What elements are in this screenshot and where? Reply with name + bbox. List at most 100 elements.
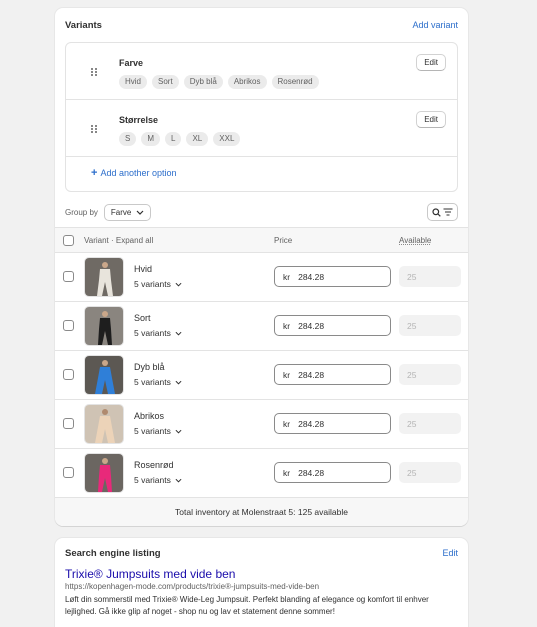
- currency-prefix: kr: [283, 271, 291, 282]
- chevron-down-icon: [175, 331, 182, 336]
- select-all-checkbox[interactable]: [63, 235, 74, 246]
- variant-row-dyb-bla: Dyb blå 5 variants kr 284.28 25: [55, 351, 468, 400]
- seo-edit-link[interactable]: Edit: [442, 548, 458, 559]
- seo-header: Search engine listing Edit: [65, 548, 458, 559]
- expand-all-link[interactable]: · Expand all: [111, 236, 153, 245]
- option-name: Farve: [119, 58, 144, 68]
- row-checkbox[interactable]: [63, 369, 74, 380]
- chevron-down-icon: [136, 210, 144, 215]
- variant-thumbnail[interactable]: [84, 404, 124, 444]
- currency-prefix: kr: [283, 369, 291, 380]
- available-input: 25: [399, 364, 461, 385]
- option-value-pill: S: [119, 132, 137, 146]
- option-value-pill: L: [165, 132, 182, 146]
- variant-count: 5 variants: [134, 475, 171, 485]
- group-by: Group by Farve: [65, 204, 152, 221]
- edit-option-button[interactable]: Edit: [416, 54, 446, 71]
- price-input[interactable]: kr 284.28: [274, 462, 391, 483]
- option-value-pill: Rosenrød: [271, 75, 319, 89]
- chevron-down-icon: [175, 282, 182, 287]
- jumpsuit-image: [85, 307, 123, 345]
- available-input: 25: [399, 266, 461, 287]
- group-by-label: Group by: [65, 208, 98, 217]
- jumpsuit-image: [85, 356, 123, 394]
- option-name: Størrelse: [119, 115, 159, 125]
- available-value: 25: [407, 271, 417, 282]
- add-variant-link[interactable]: Add variant: [412, 20, 458, 30]
- variant-name: Rosenrød: [134, 460, 174, 470]
- available-value: 25: [407, 369, 417, 380]
- row-checkbox[interactable]: [63, 271, 74, 282]
- search-filter-button[interactable]: [427, 203, 458, 221]
- group-by-value: Farve: [110, 208, 132, 217]
- price-input[interactable]: kr 284.28: [274, 364, 391, 385]
- available-input: 25: [399, 462, 461, 483]
- search-engine-listing-card: Search engine listing Edit Trixie® Jumps…: [55, 538, 468, 627]
- variant-thumbnail[interactable]: [84, 355, 124, 395]
- variant-column-header: Variant · Expand all: [84, 236, 153, 245]
- jumpsuit-image: [85, 258, 123, 296]
- available-value: 25: [407, 320, 417, 331]
- option-value-pill: Abrikos: [227, 75, 267, 89]
- variant-name: Hvid: [134, 264, 153, 274]
- row-checkbox[interactable]: [63, 320, 74, 331]
- variant-count-toggle[interactable]: 5 variants: [134, 426, 182, 436]
- available-value: 25: [407, 418, 417, 429]
- price-input[interactable]: kr 284.28: [274, 266, 391, 287]
- option-values: Hvid Sort Dyb blå Abrikos Rosenrød: [119, 75, 319, 89]
- chevron-down-icon: [175, 380, 182, 385]
- filter-icon: [443, 208, 453, 216]
- seo-url: https://kopenhagen-mode.com/products/tri…: [65, 582, 320, 591]
- variant-row-sort: Sort 5 variants kr 284.28 25: [55, 302, 468, 351]
- variants-header: Variants Add variant: [65, 18, 458, 32]
- drag-handle-icon[interactable]: [91, 68, 97, 76]
- group-by-select[interactable]: Farve: [103, 204, 152, 221]
- price-value: 284.28: [298, 369, 325, 380]
- variant-row-hvid: Hvid 5 variants kr 284.28 25: [55, 253, 468, 302]
- plus-icon: +: [91, 166, 98, 179]
- price-input[interactable]: kr 284.28: [274, 413, 391, 434]
- total-inventory: Total inventory at Molenstraat 5: 125 av…: [55, 498, 468, 526]
- currency-prefix: kr: [283, 418, 291, 429]
- add-another-option-link[interactable]: + Add another option: [91, 166, 177, 179]
- variant-thumbnail[interactable]: [84, 453, 124, 493]
- seo-page-title: Trixie® Jumpsuits med vide ben: [65, 567, 236, 581]
- option-row-storrelse: Størrelse S M L XL XXL Edit: [66, 100, 457, 157]
- add-option-label: Add another option: [100, 168, 177, 178]
- variant-row-rosenrod: Rosenrød 5 variants kr 284.28 25: [55, 449, 468, 498]
- variants-card: Variants Add variant Farve Hvid Sort Dyb…: [55, 8, 468, 526]
- price-value: 284.28: [298, 271, 325, 282]
- seo-description: Løft din sommerstil med Trixie® Wide-Leg…: [65, 595, 429, 616]
- available-input: 25: [399, 413, 461, 434]
- price-input[interactable]: kr 284.28: [274, 315, 391, 336]
- price-column-header: Price: [274, 236, 293, 245]
- options-box: Farve Hvid Sort Dyb blå Abrikos Rosenrød…: [65, 42, 458, 192]
- available-input: 25: [399, 315, 461, 336]
- edit-option-button[interactable]: Edit: [416, 111, 446, 128]
- currency-prefix: kr: [283, 320, 291, 331]
- currency-prefix: kr: [283, 467, 291, 478]
- variant-thumbnail[interactable]: [84, 257, 124, 297]
- variant-count: 5 variants: [134, 328, 171, 338]
- drag-handle-icon[interactable]: [91, 125, 97, 133]
- option-value-pill: Hvid: [119, 75, 148, 89]
- option-value-pill: XL: [186, 132, 209, 146]
- seo-title: Search engine listing: [65, 548, 161, 559]
- variant-count-toggle[interactable]: 5 variants: [134, 475, 182, 485]
- variant-name: Dyb blå: [134, 362, 165, 372]
- variant-header-label: Variant: [84, 236, 109, 245]
- variant-table-header: Variant · Expand all Price Available: [55, 227, 468, 253]
- variant-count-toggle[interactable]: 5 variants: [134, 328, 182, 338]
- row-checkbox[interactable]: [63, 418, 74, 429]
- variant-count-toggle[interactable]: 5 variants: [134, 279, 182, 289]
- available-column-header: Available: [399, 236, 432, 245]
- variant-count-toggle[interactable]: 5 variants: [134, 377, 182, 387]
- jumpsuit-image: [85, 454, 123, 492]
- option-row-farve: Farve Hvid Sort Dyb blå Abrikos Rosenrød…: [66, 43, 457, 100]
- variant-thumbnail[interactable]: [84, 306, 124, 346]
- chevron-down-icon: [175, 429, 182, 434]
- variant-count: 5 variants: [134, 377, 171, 387]
- row-checkbox[interactable]: [63, 467, 74, 478]
- variant-count: 5 variants: [134, 426, 171, 436]
- price-value: 284.28: [298, 467, 325, 478]
